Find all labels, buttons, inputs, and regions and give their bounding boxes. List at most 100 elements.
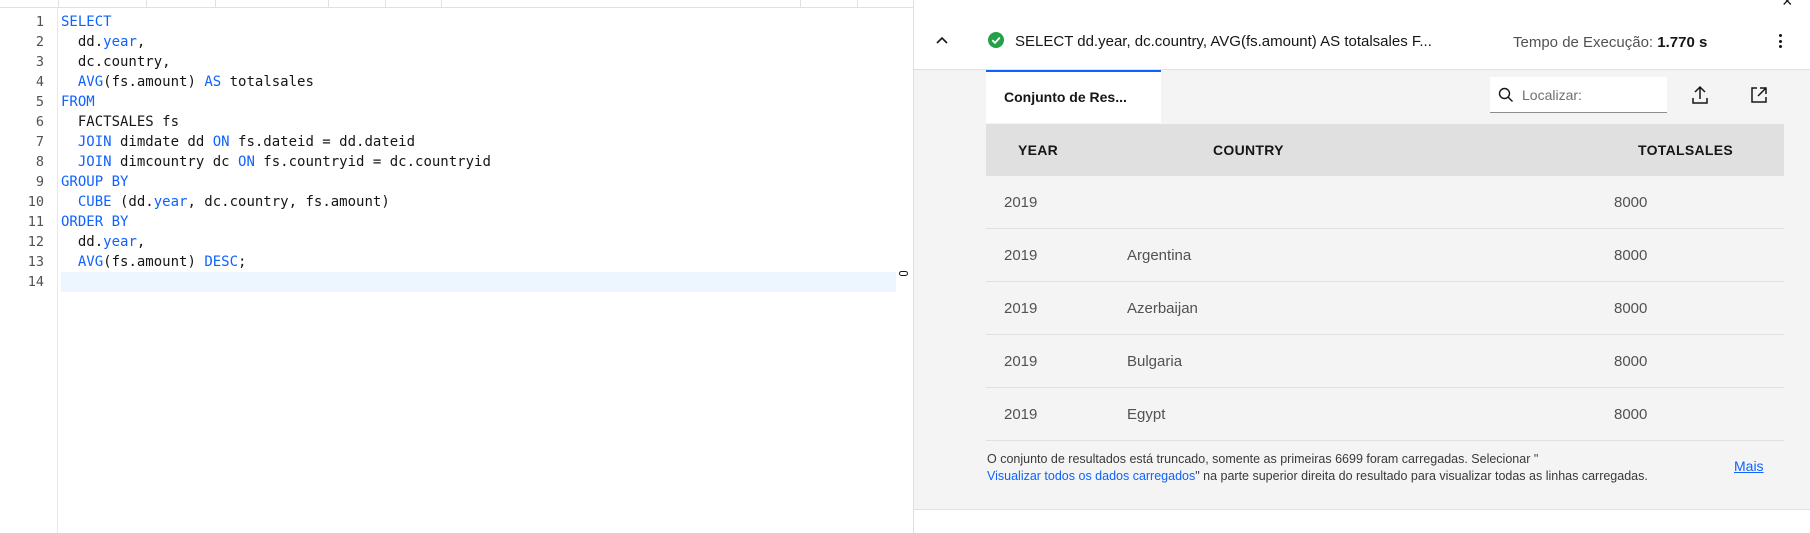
launch-icon — [1751, 87, 1767, 103]
tab-divider — [328, 0, 329, 8]
cell-country: Bulgaria — [1127, 353, 1183, 370]
sql-token: (fs.amount) — [103, 74, 205, 90]
sql-token: (fs.amount) — [103, 254, 205, 270]
line-number: 10 — [27, 194, 44, 210]
code-line[interactable] — [61, 272, 896, 292]
column-header-country[interactable]: COUNTRY — [1213, 142, 1284, 158]
code-line[interactable]: AVG(fs.amount) DESC; — [61, 252, 896, 272]
sql-keyword: SELECT — [61, 14, 112, 30]
sql-token: , — [136, 234, 146, 250]
code-line[interactable]: ORDER BY — [61, 212, 896, 232]
tab-divider — [215, 0, 216, 8]
launch-button[interactable] — [1748, 84, 1770, 106]
line-number: 11 — [27, 214, 44, 230]
code-line[interactable]: GROUP BY — [61, 172, 896, 192]
sql-keyword: GROUP BY — [61, 174, 129, 190]
sql-keyword: AVG — [77, 74, 104, 90]
table-row[interactable]: 2019 Egypt 8000 — [986, 388, 1784, 441]
code-line[interactable]: dd.year, — [61, 232, 896, 252]
line-number: 5 — [35, 94, 44, 110]
code-line[interactable]: CUBE (dd.year, dc.country, fs.amount) — [61, 192, 896, 212]
chevron-up-icon — [936, 36, 948, 44]
table-row[interactable]: 2019 Azerbaijan 8000 — [986, 282, 1784, 335]
code-line[interactable]: AVG(fs.amount) AS totalsales — [61, 72, 896, 92]
sql-keyword: JOIN — [77, 134, 112, 150]
tab-divider — [857, 0, 858, 8]
line-number: 12 — [27, 234, 44, 250]
column-header-year[interactable]: YEAR — [1018, 142, 1058, 158]
close-icon[interactable]: × — [1782, 0, 1793, 12]
cell-year: 2019 — [1004, 300, 1038, 317]
truncation-text: O conjunto de resultados está truncado, … — [987, 452, 1539, 466]
sql-keyword: ON — [212, 134, 230, 150]
code-line[interactable]: SELECT — [61, 12, 896, 32]
code-area[interactable]: SELECT dd.year, dc.country, AVG(fs.amoun… — [61, 12, 896, 292]
search-icon — [1498, 87, 1513, 102]
sql-keyword: ON — [238, 154, 255, 170]
sql-token: fs.countryid = dc.countryid — [254, 154, 491, 170]
execution-time-value: 1.770 s — [1657, 34, 1708, 51]
line-number: 14 — [27, 274, 44, 290]
view-all-data-link[interactable]: Visualizar todos os dados carregados — [987, 469, 1195, 483]
sql-keyword: DESC — [204, 254, 239, 270]
editor-tab-strip — [0, 0, 913, 8]
sql-token: fs.dateid = dd.dateid — [229, 134, 416, 150]
cell-totalsales: 8000 — [1614, 247, 1648, 264]
table-header: YEAR COUNTRY TOTALSALES — [986, 124, 1784, 176]
code-line[interactable]: dd.year, — [61, 32, 896, 52]
line-number: 1 — [35, 14, 44, 30]
line-number-gutter: 1 2 3 4 5 6 7 8 9 10 11 12 13 14 — [0, 8, 58, 533]
code-line[interactable]: FROM — [61, 92, 896, 112]
overflow-menu-icon[interactable] — [1776, 32, 1784, 50]
sql-keyword: AS — [204, 74, 222, 90]
query-summary[interactable]: SELECT dd.year, dc.country, AVG(fs.amoun… — [1015, 33, 1432, 50]
sql-keyword: ORDER BY — [61, 214, 129, 230]
sql-token: totalsales — [221, 74, 314, 90]
sql-token: dd. — [61, 234, 104, 250]
sql-token: dimdate dd — [111, 134, 213, 150]
result-header: × SELECT dd.year, dc.country, AVG(fs.amo… — [914, 0, 1810, 70]
sql-keyword: AVG — [77, 254, 104, 270]
results-table: YEAR COUNTRY TOTALSALES 2019 8000 2019 A… — [986, 124, 1784, 441]
cell-totalsales: 8000 — [1614, 406, 1648, 423]
execution-time-label: Tempo de Execução: — [1513, 34, 1654, 51]
code-line[interactable]: dc.country, — [61, 52, 896, 72]
line-number: 7 — [35, 134, 44, 150]
search-input[interactable] — [1522, 86, 1662, 103]
sql-token: dd. — [61, 34, 104, 50]
sql-token: (dd. — [111, 194, 154, 210]
collapse-button[interactable] — [932, 30, 952, 50]
sql-keyword: CUBE — [77, 194, 112, 210]
success-check-icon — [988, 32, 1004, 48]
code-line[interactable]: FACTSALES fs — [61, 112, 896, 132]
cell-totalsales: 8000 — [1614, 300, 1648, 317]
table-row[interactable]: 2019 8000 — [986, 176, 1784, 229]
truncation-notice: O conjunto de resultados está truncado, … — [987, 451, 1707, 485]
export-button[interactable] — [1689, 84, 1711, 106]
cell-year: 2019 — [1004, 247, 1038, 264]
tab-divider — [441, 0, 442, 8]
execution-time: Tempo de Execução: 1.770 s — [1513, 34, 1707, 51]
export-icon — [1692, 85, 1708, 104]
more-link[interactable]: Mais — [1734, 458, 1764, 474]
sql-keyword: year — [103, 34, 137, 50]
result-toolbar: Conjunto de Res... — [986, 70, 1784, 123]
sql-token: dc.country, — [61, 54, 171, 70]
sql-token: ; — [238, 254, 247, 270]
sql-token: FACTSALES fs — [61, 114, 180, 130]
line-number: 8 — [35, 154, 44, 170]
search-field[interactable] — [1490, 77, 1667, 113]
table-row[interactable]: 2019 Bulgaria 8000 — [986, 335, 1784, 388]
tab-divider — [800, 0, 801, 8]
cell-year: 2019 — [1004, 194, 1038, 211]
table-row[interactable]: 2019 Argentina 8000 — [986, 229, 1784, 282]
panel-resize-handle[interactable] — [899, 271, 908, 276]
code-line[interactable]: JOIN dimdate dd ON fs.dateid = dd.dateid — [61, 132, 896, 152]
sql-editor[interactable]: 1 2 3 4 5 6 7 8 9 10 11 12 13 14 SELECT dd.year, dc.c… — [0, 0, 913, 533]
tab-result-set[interactable]: Conjunto de Res... — [986, 70, 1161, 123]
column-header-totalsales[interactable]: TOTALSALES — [1638, 142, 1733, 158]
code-line[interactable]: JOIN dimcountry dc ON fs.countryid = dc.… — [61, 152, 896, 172]
